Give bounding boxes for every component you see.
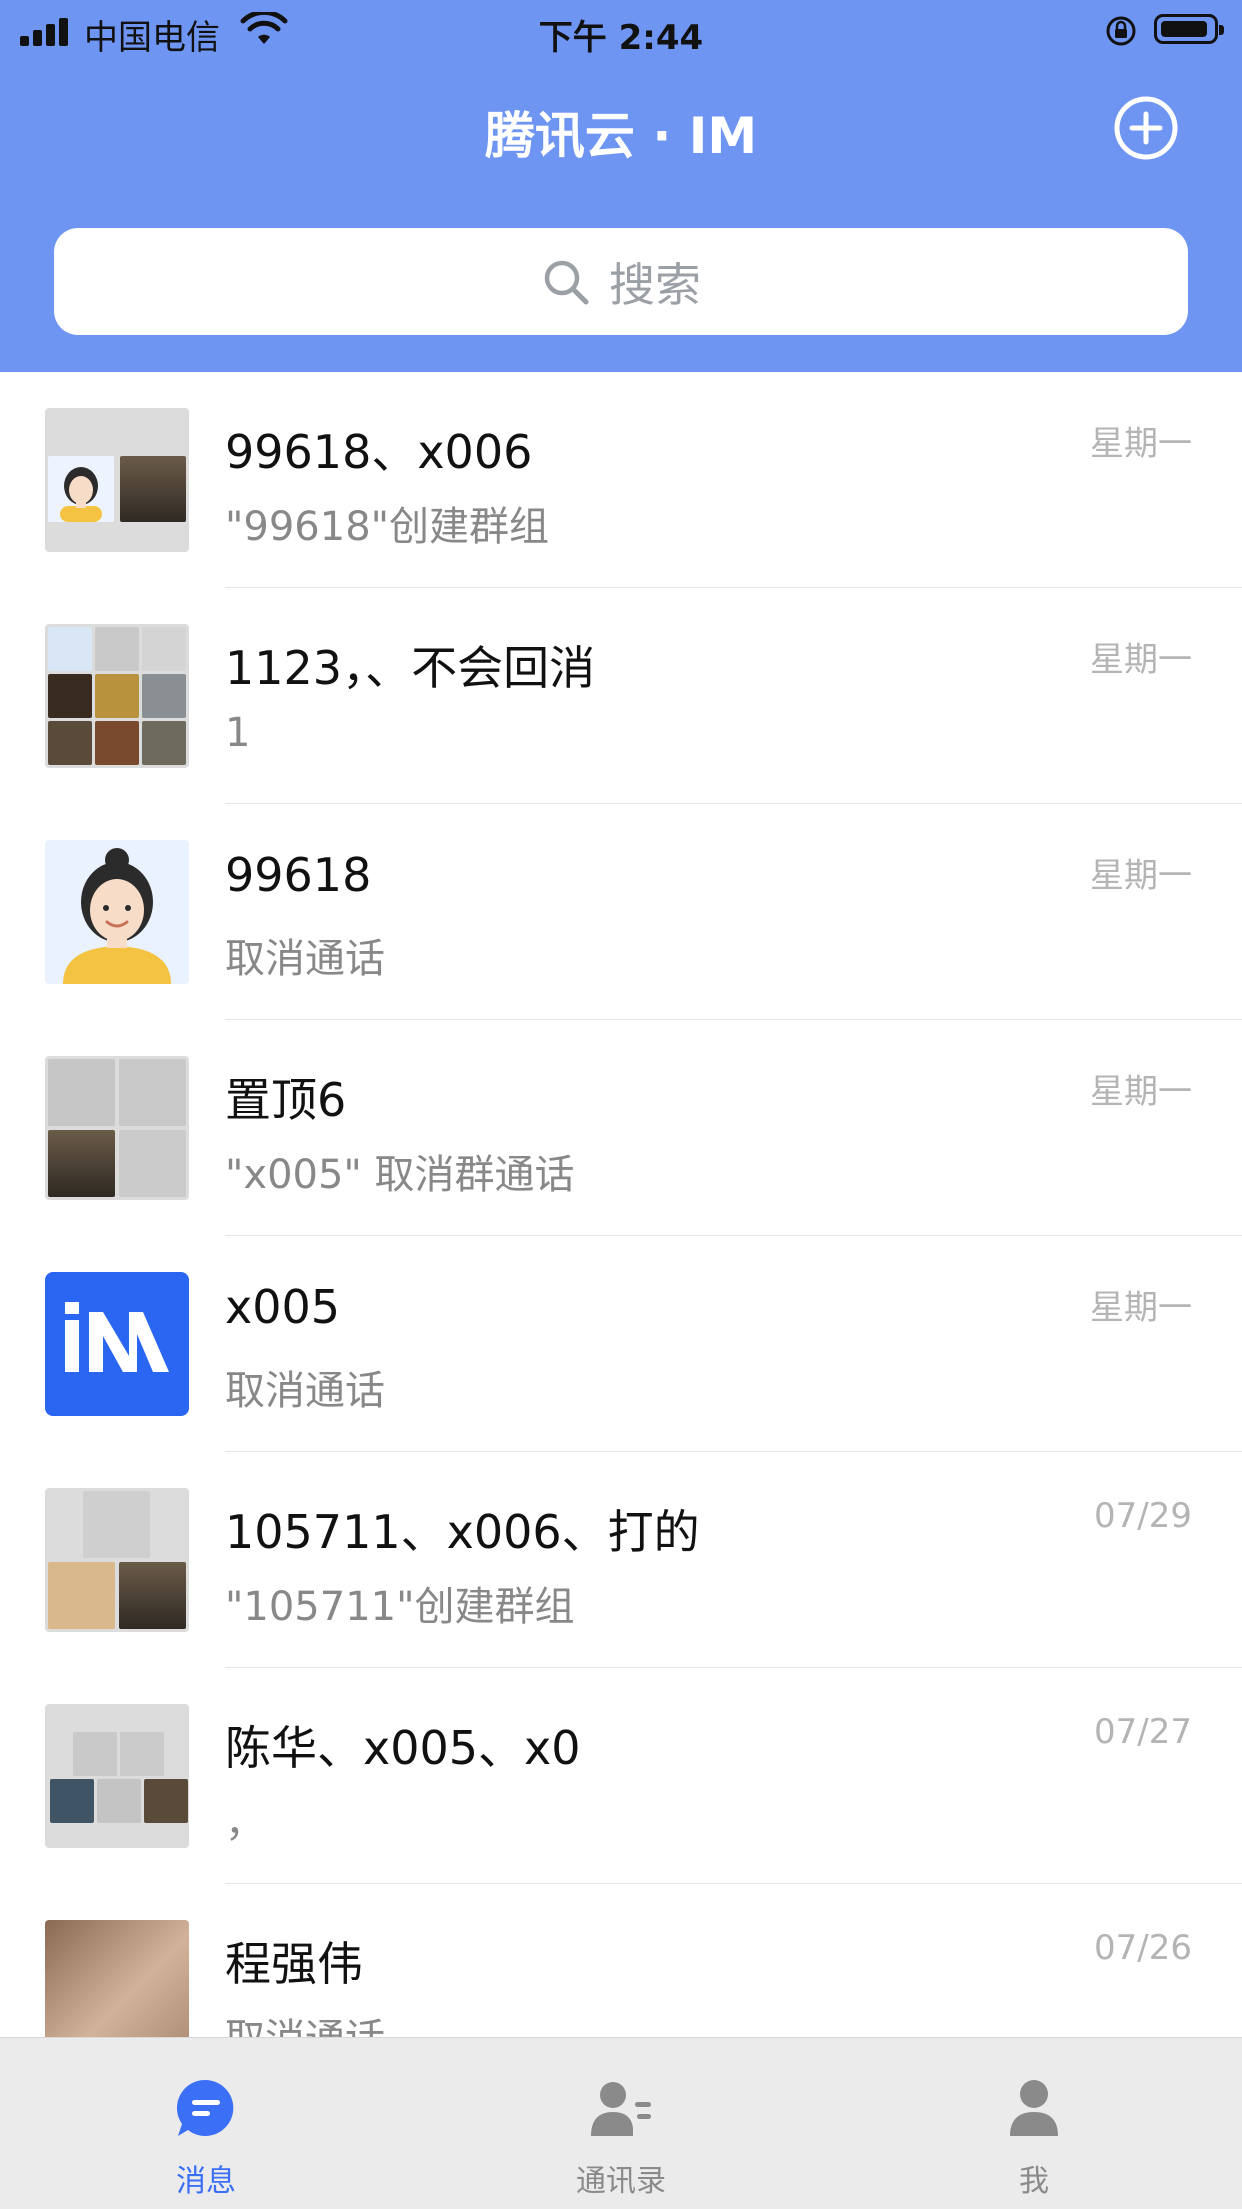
conversation-name: 1123，、不会回消 — [225, 641, 596, 695]
tab-label: 我 — [1019, 2164, 1049, 2199]
status-bar: 中国电信 下午 2:44 — [0, 0, 1242, 62]
group-avatar — [45, 1056, 189, 1200]
tab-label: 通讯录 — [576, 2164, 666, 2199]
last-message: 取消通话 — [225, 2006, 1075, 2037]
plus-circle-icon[interactable] — [1112, 94, 1180, 162]
last-message: "x005" 取消群通话 — [225, 1152, 575, 1198]
group-avatar — [45, 1704, 189, 1848]
conversation-row[interactable]: 置顶6 "x005" 取消群通话 星期一 — [0, 1020, 1242, 1236]
last-message: "99618"创建群组 — [225, 504, 550, 550]
tab-contacts[interactable]: 通讯录 — [521, 2038, 721, 2209]
last-message: "105711"创建群组 — [225, 1584, 575, 1630]
tab-messages[interactable]: 消息 — [106, 2038, 306, 2209]
conversation-time: 星期一 — [1090, 1072, 1192, 1112]
conversation-name: 置顶6 — [225, 1073, 347, 1127]
last-message: 取消通话 — [225, 936, 385, 982]
rotation-lock-icon — [1106, 16, 1136, 46]
contacts-icon — [591, 2082, 651, 2136]
conversation-time: 星期一 — [1090, 640, 1192, 680]
conversation-time: 07/27 — [1094, 1712, 1192, 1752]
last-message: 取消通话 — [225, 1368, 385, 1414]
last-message: 1 — [225, 710, 251, 756]
conversation-time: 星期一 — [1090, 856, 1192, 896]
search-placeholder: 搜索 — [609, 257, 701, 312]
user-avatar — [45, 1920, 189, 2037]
page-title: 腾讯云 · IM — [484, 107, 758, 165]
header: 中国电信 下午 2:44 腾讯云 · IM 搜索 — [0, 0, 1242, 372]
conversation-time: 07/26 — [1094, 1928, 1192, 1968]
conversation-time: 07/29 — [1094, 1496, 1192, 1536]
conversation-row[interactable]: 99618、x006 "99618"创建群组 星期一 — [0, 372, 1242, 588]
battery-icon — [1154, 14, 1224, 44]
conversation-name: 程强伟 — [225, 1937, 363, 1991]
search-input[interactable]: 搜索 — [54, 228, 1188, 335]
status-time: 下午 2:44 — [538, 18, 704, 58]
message-icon — [176, 2079, 234, 2136]
conversation-name: 99618 — [225, 848, 372, 902]
search-icon — [544, 260, 589, 304]
conversation-row[interactable]: x005 取消通话 星期一 — [0, 1236, 1242, 1452]
conversation-row[interactable]: 99618 取消通话 星期一 — [0, 804, 1242, 1020]
conversation-time: 星期一 — [1090, 1288, 1192, 1328]
conversation-row[interactable]: 程强伟 取消通话 07/26 — [0, 1884, 1242, 2037]
tab-label: 消息 — [176, 2164, 236, 2199]
last-message: ， — [225, 1800, 265, 1846]
conversation-name: 105711、x006、打的 — [225, 1505, 700, 1559]
group-avatar — [45, 624, 189, 768]
group-avatar — [45, 1488, 189, 1632]
conversation-name: x005 — [225, 1280, 341, 1334]
user-avatar — [45, 840, 189, 984]
conversation-row[interactable]: 105711、x006、打的 "105711"创建群组 07/29 — [0, 1452, 1242, 1668]
conversation-time: 星期一 — [1090, 424, 1192, 464]
conversation-name: 99618、x006 — [225, 425, 533, 479]
conversation-row[interactable]: 陈华、x005、x0 ， 07/27 — [0, 1668, 1242, 1884]
profile-icon — [1010, 2080, 1058, 2136]
tab-bar: 消息 通讯录 我 — [0, 2037, 1242, 2209]
tab-me[interactable]: 我 — [934, 2038, 1134, 2209]
group-avatar — [45, 408, 189, 552]
conversation-row[interactable]: 1123，、不会回消 1 星期一 — [0, 588, 1242, 804]
conversation-list: 99618、x006 "99618"创建群组 星期一 1123，、不会回消 1 … — [0, 372, 1242, 2037]
conversation-name: 陈华、x005、x0 — [225, 1721, 581, 1775]
im-logo-avatar — [45, 1272, 189, 1416]
